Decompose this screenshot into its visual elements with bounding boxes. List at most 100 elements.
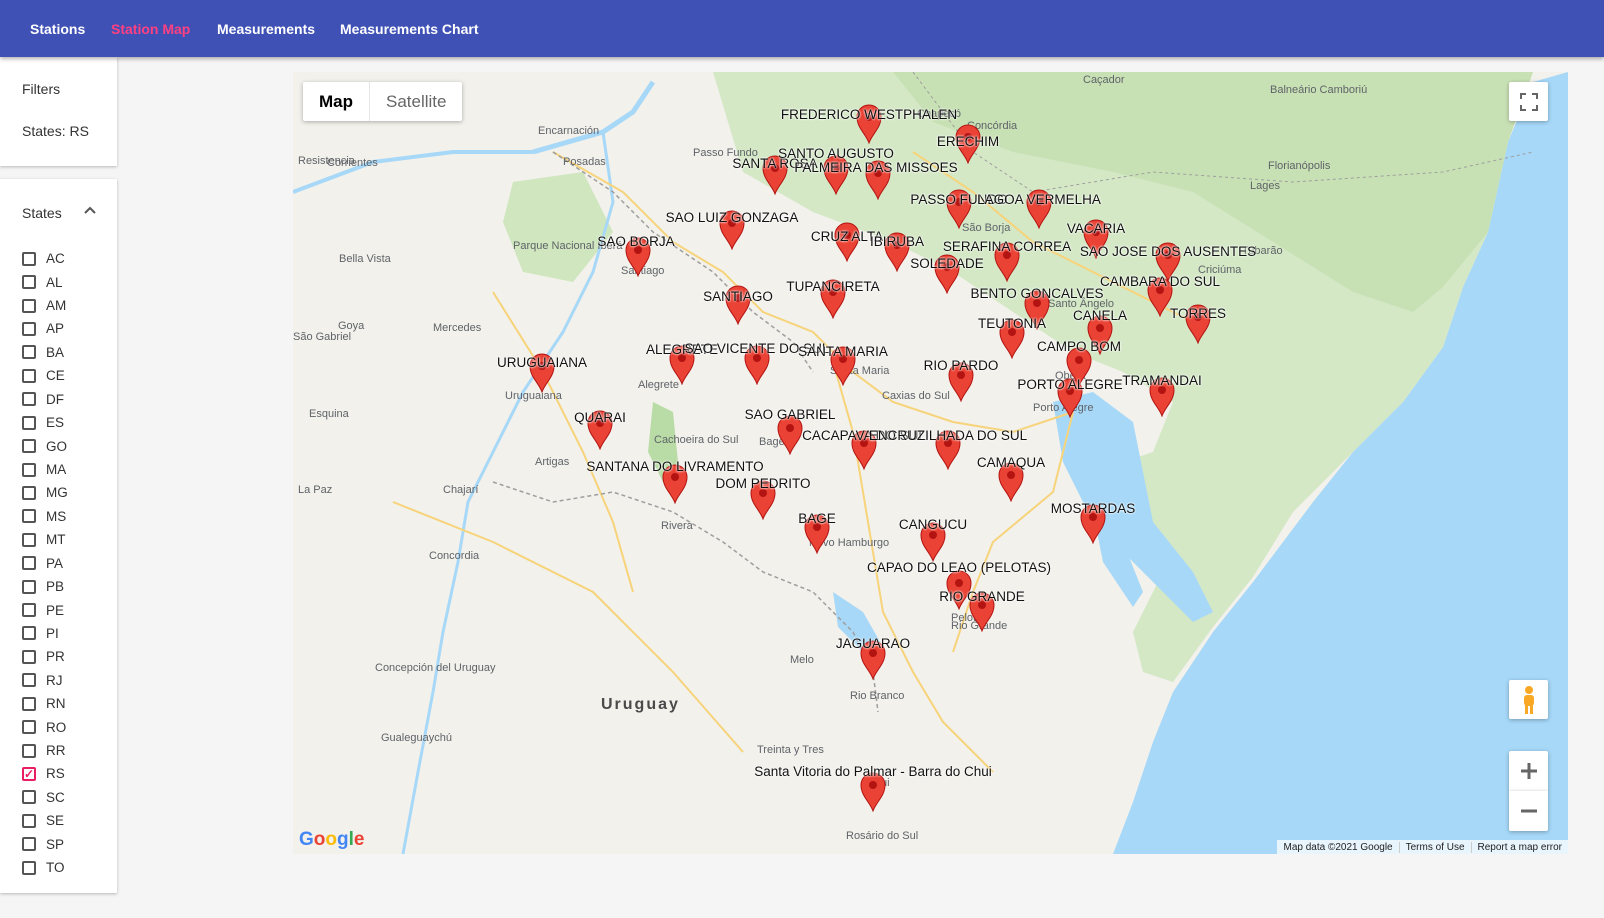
state-option-ms[interactable]: MS [22, 505, 68, 528]
state-checkbox[interactable] [22, 579, 36, 594]
chevron-up-icon[interactable] [82, 203, 98, 219]
state-option-ro[interactable]: RO [22, 715, 68, 738]
state-checkbox[interactable] [22, 251, 36, 266]
state-label: RS [46, 766, 65, 782]
place-label: Concordia [429, 550, 480, 562]
station-label: CANGUCU [898, 517, 968, 532]
station-label: TUPANCIRETA [786, 279, 880, 294]
state-option-sc[interactable]: SC [22, 786, 68, 809]
state-checkbox[interactable] [22, 532, 36, 547]
state-checkbox[interactable] [22, 649, 36, 664]
station-label: BAGE [798, 511, 836, 526]
state-option-ce[interactable]: CE [22, 364, 68, 387]
state-checkbox[interactable] [22, 860, 36, 875]
state-option-pi[interactable]: PI [22, 622, 68, 645]
nav-stations[interactable]: Stations [30, 0, 85, 57]
nav-station-map[interactable]: Station Map [111, 0, 190, 57]
state-checkbox[interactable] [22, 462, 36, 477]
state-option-to[interactable]: TO [22, 856, 68, 879]
state-checkbox[interactable] [22, 837, 36, 852]
nav-measurements-chart[interactable]: Measurements Chart [340, 0, 479, 57]
station-label: BENTO GONCALVES [970, 286, 1104, 301]
state-checkbox[interactable] [22, 626, 36, 641]
state-label: DF [46, 391, 64, 407]
state-checkbox[interactable]: ✓ [22, 766, 36, 781]
station-label: CAMPO BOM [1036, 339, 1122, 354]
state-checkbox[interactable] [22, 673, 36, 688]
station-label: SAO LUIZ GONZAGA [665, 210, 799, 225]
filters-title: Filters [22, 81, 61, 97]
state-option-ac[interactable]: AC [22, 247, 68, 270]
place-label: São Gabriel [293, 331, 352, 343]
report-map-error-link[interactable]: Report a map error [1472, 842, 1568, 853]
terms-of-use-link[interactable]: Terms of Use [1400, 841, 1472, 853]
state-option-pr[interactable]: PR [22, 645, 68, 668]
state-checkbox[interactable] [22, 485, 36, 500]
state-option-rs[interactable]: ✓ RS [22, 762, 68, 785]
state-checkbox[interactable] [22, 509, 36, 524]
fullscreen-button[interactable] [1509, 82, 1548, 121]
state-option-ap[interactable]: AP [22, 317, 68, 340]
state-label: GO [46, 438, 68, 454]
place-label: Concepción del Uruguay [375, 662, 496, 674]
state-option-al[interactable]: AL [22, 270, 68, 293]
station-label: SAO GABRIEL [744, 407, 836, 422]
state-option-mg[interactable]: MG [22, 481, 68, 504]
state-checkbox[interactable] [22, 415, 36, 430]
state-checkbox[interactable] [22, 368, 36, 383]
map-footer: Map data ©2021 Google Terms of Use Repor… [1277, 840, 1568, 854]
zoom-out-button[interactable] [1509, 791, 1548, 831]
place-label: La Paz [298, 484, 333, 496]
state-label: RR [46, 743, 66, 759]
state-option-rr[interactable]: RR [22, 739, 68, 762]
station-label: IBIRUBA [869, 234, 925, 249]
state-checkbox[interactable] [22, 813, 36, 828]
state-option-mt[interactable]: MT [22, 528, 68, 551]
state-option-rn[interactable]: RN [22, 692, 68, 715]
state-label: MA [46, 462, 67, 477]
state-checkbox[interactable] [22, 298, 36, 313]
map-data-attribution: Map data ©2021 Google [1277, 841, 1400, 853]
state-option-pa[interactable]: PA [22, 551, 68, 574]
place-label: Chajarí [443, 484, 479, 496]
state-checkbox[interactable] [22, 743, 36, 758]
state-checkbox[interactable] [22, 556, 36, 571]
state-option-go[interactable]: GO [22, 434, 68, 457]
state-label: AP [46, 321, 65, 337]
state-checkbox[interactable] [22, 321, 36, 336]
state-label: MG [46, 485, 68, 501]
map-type-map-button[interactable]: Map [303, 82, 369, 121]
fullscreen-icon [1519, 92, 1538, 111]
station-label: CANELA [1072, 308, 1128, 323]
state-option-ma[interactable]: MA [22, 458, 68, 481]
state-checkbox[interactable] [22, 790, 36, 805]
state-option-pe[interactable]: PE [22, 598, 68, 621]
state-checkbox[interactable] [22, 345, 36, 360]
state-checkbox[interactable] [22, 275, 36, 290]
state-label: AL [46, 274, 63, 290]
state-checkbox[interactable] [22, 603, 36, 618]
place-label: Resistencia [298, 155, 355, 167]
zoom-in-button[interactable] [1509, 751, 1548, 791]
station-label: QUARAI [574, 410, 626, 425]
station-label: FREDERICO WESTPHALEN [780, 107, 958, 122]
state-option-df[interactable]: DF [22, 388, 68, 411]
state-option-ba[interactable]: BA [22, 341, 68, 364]
filters-panel: Filters States: RS [0, 57, 117, 166]
state-checkbox[interactable] [22, 696, 36, 711]
state-option-am[interactable]: AM [22, 294, 68, 317]
state-option-es[interactable]: ES [22, 411, 68, 434]
country-label: Uruguay [601, 696, 680, 713]
nav-measurements[interactable]: Measurements [217, 0, 315, 57]
state-label: SC [46, 789, 65, 805]
state-checkbox[interactable] [22, 720, 36, 735]
state-checkbox[interactable] [22, 392, 36, 407]
state-option-se[interactable]: SE [22, 809, 68, 832]
street-view-button[interactable] [1509, 680, 1548, 719]
state-checkbox[interactable] [22, 439, 36, 454]
state-option-pb[interactable]: PB [22, 575, 68, 598]
map-view[interactable]: Encarnación Posadas Corrientes Resistencia P… [293, 72, 1568, 854]
state-option-rj[interactable]: RJ [22, 669, 68, 692]
map-type-satellite-button[interactable]: Satellite [369, 82, 462, 121]
state-option-sp[interactable]: SP [22, 833, 68, 856]
